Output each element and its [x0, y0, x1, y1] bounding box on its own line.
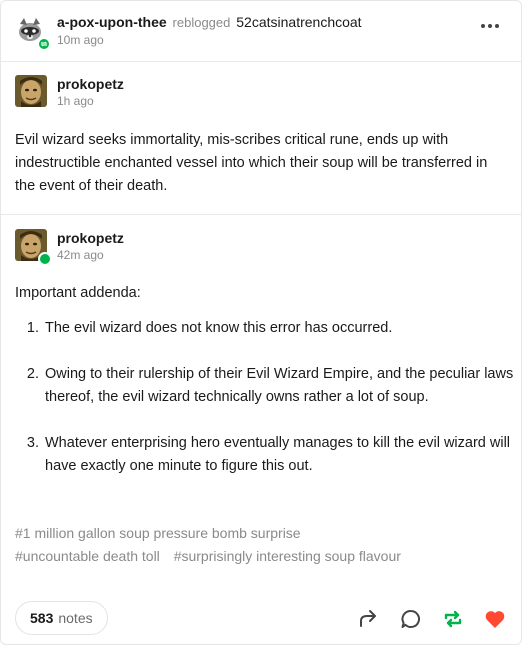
- list-item: Whatever enterprising hero eventually ma…: [43, 432, 523, 478]
- author-avatar[interactable]: [15, 229, 52, 266]
- header-line: a-pox-upon-thee reblogged 52catsinatrenc…: [57, 14, 362, 30]
- addenda-list: The evil wizard does not know this error…: [15, 317, 523, 478]
- tag-link[interactable]: #1 million gallon soup pressure bomb sur…: [15, 522, 301, 545]
- post-body-text: Evil wizard seeks immortality, mis-scrib…: [15, 132, 488, 194]
- author-avatar[interactable]: [15, 75, 47, 107]
- reblogged-label: reblogged: [172, 15, 231, 30]
- notes-label: notes: [58, 610, 93, 626]
- post-actions: [357, 607, 507, 631]
- share-icon[interactable]: [357, 607, 381, 631]
- like-icon[interactable]: [483, 607, 507, 631]
- more-icon[interactable]: [481, 21, 503, 31]
- tag-list: #1 million gallon soup pressure bomb sur…: [15, 522, 505, 568]
- post-card: a-pox-upon-thee reblogged 52catsinatrenc…: [0, 0, 522, 645]
- portrait-avatar-icon: [15, 75, 47, 107]
- notes-button[interactable]: 583 notes: [15, 601, 108, 635]
- author-name[interactable]: prokopetz: [57, 76, 124, 92]
- author-name[interactable]: prokopetz: [57, 230, 124, 246]
- list-item: The evil wizard does not know this error…: [43, 317, 523, 340]
- trail-timestamp[interactable]: 1h ago: [57, 94, 94, 108]
- reblogger-avatar[interactable]: [15, 15, 51, 51]
- reblogger-blog-link[interactable]: a-pox-upon-thee: [57, 14, 167, 30]
- trail-timestamp[interactable]: 42m ago: [57, 248, 104, 262]
- tag-link[interactable]: #surprisingly interesting soup flavour: [174, 545, 401, 568]
- notes-count: 583: [30, 610, 54, 626]
- divider: [1, 214, 521, 215]
- tag-link[interactable]: #uncountable death toll: [15, 545, 160, 568]
- source-blog-link[interactable]: 52catsinatrenchcoat: [236, 14, 361, 30]
- reblog-badge-icon: [37, 37, 51, 51]
- divider: [1, 61, 521, 62]
- reblog-icon[interactable]: [441, 607, 465, 631]
- reblog-badge-icon: [38, 252, 52, 266]
- list-item: Owing to their rulership of their Evil W…: [43, 363, 523, 409]
- post-header: a-pox-upon-thee reblogged 52catsinatrenc…: [15, 13, 507, 51]
- reply-icon[interactable]: [399, 607, 423, 631]
- post-timestamp[interactable]: 10m ago: [57, 33, 104, 47]
- addenda-intro: Important addenda:: [15, 285, 141, 301]
